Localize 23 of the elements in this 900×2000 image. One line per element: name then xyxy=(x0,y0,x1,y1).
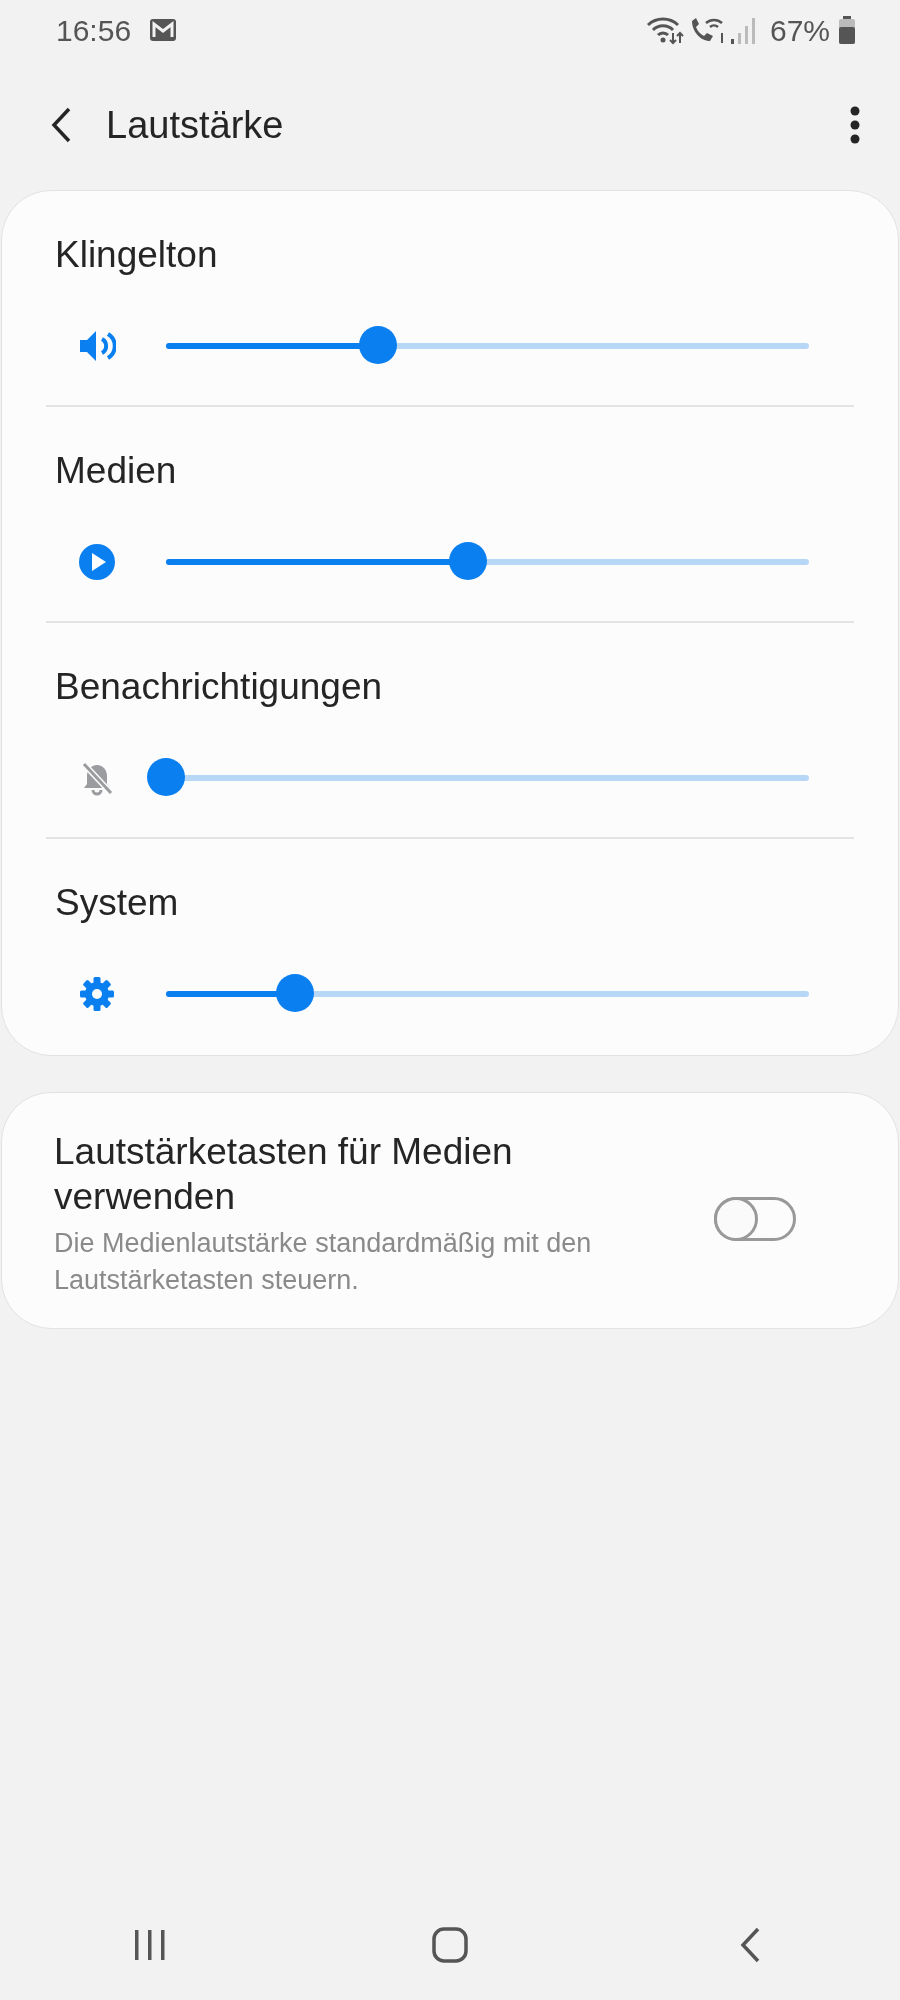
more-icon[interactable] xyxy=(850,106,860,144)
volume-label: Klingelton xyxy=(55,235,219,276)
setting-description: Die Medienlautstärke standardmäßig mit den Lautstärketasten steuern. xyxy=(54,1227,593,1297)
home-icon[interactable] xyxy=(432,1927,468,1963)
slider-thumb[interactable] xyxy=(359,325,398,364)
clock-text: 16:56 xyxy=(56,12,132,49)
volume-label: Benachrichtigungen xyxy=(55,667,384,708)
back-icon[interactable] xyxy=(50,106,72,144)
wifi-icon xyxy=(645,15,684,45)
recent-apps-icon[interactable] xyxy=(133,1929,167,1961)
slider-thumb[interactable] xyxy=(449,541,488,580)
mail-icon xyxy=(149,18,178,42)
slider-thumb[interactable] xyxy=(275,973,314,1012)
back-nav-icon[interactable] xyxy=(739,1927,761,1963)
volume-label: Medien xyxy=(55,451,178,492)
slider-thumb[interactable] xyxy=(147,757,185,796)
page-title: Lautstärke xyxy=(106,102,284,148)
setting-title: Lautstärketasten für Medien verwenden xyxy=(54,1130,514,1220)
toggle-switch[interactable] xyxy=(714,1196,796,1241)
battery-text: 67% xyxy=(769,12,830,49)
volume-label: System xyxy=(55,883,180,924)
battery-icon xyxy=(838,15,856,45)
signal-icon xyxy=(729,15,756,45)
